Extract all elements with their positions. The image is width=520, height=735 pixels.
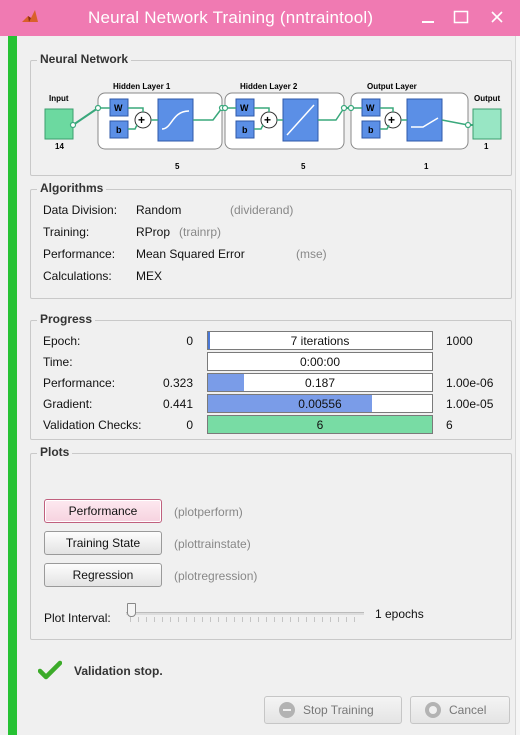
progress-label: Epoch:: [43, 334, 81, 348]
minimize-icon: [422, 21, 434, 23]
input-label: Input: [49, 94, 69, 103]
hidden-layer-2-label: Hidden Layer 2: [240, 82, 298, 91]
sum-label: +: [388, 113, 395, 127]
progress-bar: 7 iterations: [207, 331, 433, 350]
sum-label: +: [264, 113, 271, 127]
plot-interval-slider[interactable]: [126, 603, 364, 623]
plot-regression-fn: (plotregression): [174, 569, 258, 583]
progress-start-value: 0: [186, 334, 193, 348]
bias-label: b: [242, 125, 248, 135]
progress-bar: 0.187: [207, 373, 433, 392]
algorithm-function: (dividerand): [230, 203, 294, 217]
progress-bar: 6: [207, 415, 433, 434]
stop-icon: [279, 702, 295, 718]
panel-title: Algorithms: [37, 181, 107, 195]
progress-current-value: 7 iterations: [290, 333, 350, 348]
hidden-layer-1-label: Hidden Layer 1: [113, 82, 171, 91]
weight-label: W: [114, 103, 123, 113]
progress-end-value: 1.00e-05: [446, 397, 494, 411]
plot-training-state-button[interactable]: Training State: [44, 531, 162, 555]
algorithm-label: Performance:: [43, 247, 116, 261]
algorithm-value: Mean Squared Error: [136, 247, 245, 261]
bias-label: b: [368, 125, 374, 135]
progress-end-value: 1000: [446, 334, 473, 348]
output-layer-label: Output Layer: [367, 82, 417, 91]
output-size: 1: [484, 142, 489, 151]
algorithm-value: MEX: [136, 269, 163, 283]
panel-title: Plots: [37, 445, 73, 459]
stop-training-button[interactable]: Stop Training: [264, 696, 402, 724]
algorithm-label: Data Division:: [43, 203, 118, 217]
close-button[interactable]: [484, 6, 510, 28]
input-node: [44, 108, 74, 140]
maximize-button[interactable]: [448, 6, 474, 28]
plot-performance-fn: (plotperform): [174, 505, 243, 519]
window-title: Neural Network Training (nntraintool): [88, 8, 374, 27]
algorithm-label: Calculations:: [43, 269, 112, 283]
algorithm-value: RProp: [136, 225, 171, 239]
weight-label: W: [240, 103, 249, 113]
plot-performance-button[interactable]: Performance: [44, 499, 162, 523]
hidden-layer-1-size: 5: [175, 162, 180, 171]
panel-title: Progress: [37, 312, 96, 326]
input-size: 14: [55, 142, 64, 151]
weight-label: W: [366, 103, 375, 113]
window-accent-bar: [8, 36, 17, 735]
progress-label: Performance:: [43, 376, 116, 390]
plot-interval-value: 1 epochs: [375, 607, 424, 621]
bias-label: b: [116, 125, 122, 135]
network-diagram: Input 14 Hidden Layer 1 W b + 5 Hidden L…: [44, 82, 502, 171]
progress-panel: Progress Epoch: 0 7 iterations 1000 Time: 0:0…: [30, 312, 512, 440]
hidden-layer-2-size: 5: [301, 162, 306, 171]
maximize-icon: [453, 10, 469, 24]
plot-regression-button[interactable]: Regression: [44, 563, 162, 587]
close-icon: [491, 11, 503, 23]
matlab-logo-icon: [22, 10, 38, 22]
progress-bar: 0.00556: [207, 394, 433, 413]
progress-current-value: 0:00:00: [299, 354, 341, 369]
progress-current-value: 0.187: [304, 375, 336, 390]
stop-training-label: Stop Training: [303, 703, 374, 717]
plot-interval-label: Plot Interval:: [44, 611, 111, 625]
algorithm-function: (trainrp): [179, 225, 222, 239]
algorithms-panel: Algorithms Data Division: Random (dividera…: [30, 181, 512, 299]
progress-label: Time:: [43, 355, 73, 369]
purelin-transfer-icon: [406, 98, 443, 142]
sum-label: +: [138, 113, 145, 127]
progress-current-value: 0.00556: [298, 396, 342, 411]
progress-current-value: 6: [316, 417, 324, 432]
slider-thumb[interactable]: [127, 603, 136, 617]
algorithm-value: Random: [136, 203, 182, 217]
progress-start-value: 0: [186, 418, 193, 432]
output-layer-size: 1: [424, 162, 429, 171]
algorithm-function: (mse): [296, 247, 327, 261]
progress-start-value: 0.441: [162, 397, 193, 411]
window-right-edge: [515, 36, 520, 735]
cancel-icon: [425, 702, 441, 718]
progress-end-value: 1.00e-06: [446, 376, 494, 390]
progress-bar: 0:00:00: [207, 352, 433, 371]
checkmark-icon: [38, 660, 62, 680]
progress-end-value: 6: [446, 418, 453, 432]
algorithm-label: Training:: [43, 225, 90, 239]
neural-network-panel: Neural Network Input 14 Hidden Layer 1 W…: [30, 52, 512, 176]
title-bar[interactable]: Neural Network Training (nntraintool): [0, 0, 520, 36]
cancel-label: Cancel: [449, 703, 487, 717]
progress-label: Validation Checks:: [43, 418, 142, 432]
minimize-button[interactable]: [415, 6, 441, 28]
progress-start-value: 0.323: [162, 376, 193, 390]
output-node: [472, 108, 502, 140]
status-text: Validation stop.: [74, 664, 163, 678]
tansig-transfer-icon: [157, 98, 194, 142]
plot-training-state-fn: (plottrainstate): [174, 537, 251, 551]
output-label: Output: [474, 94, 501, 103]
progress-label: Gradient:: [43, 397, 93, 411]
cancel-button[interactable]: Cancel: [410, 696, 510, 724]
